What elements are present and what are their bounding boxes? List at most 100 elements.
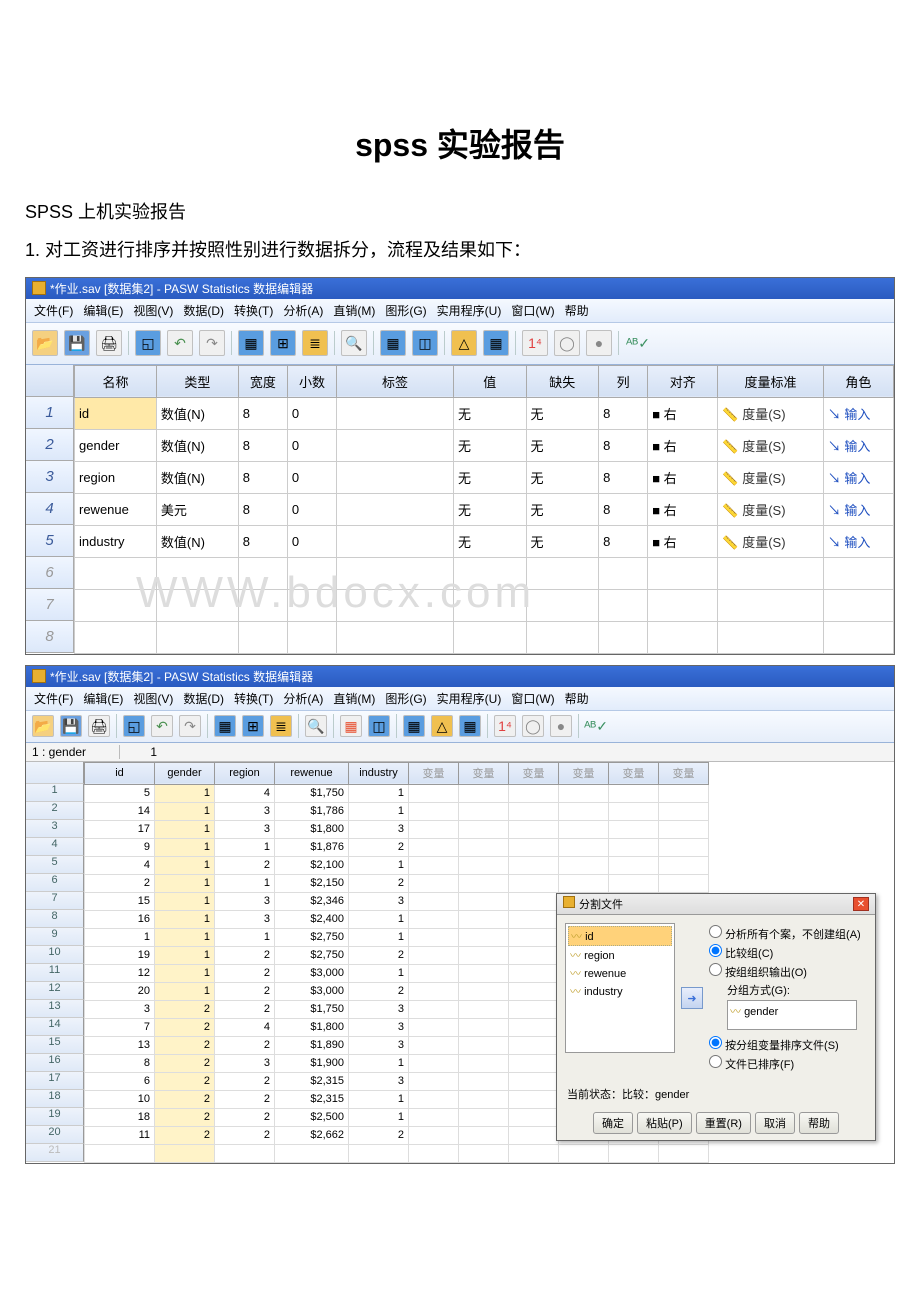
column-header-empty[interactable]: 变量 <box>509 762 559 784</box>
row-header[interactable]: 16 <box>26 1054 84 1072</box>
use-sets-icon[interactable]: ◯ <box>522 715 544 737</box>
column-header-empty[interactable]: 变量 <box>559 762 609 784</box>
weight-icon[interactable]: △ <box>451 330 477 356</box>
column-header[interactable]: 宽度 <box>238 365 287 397</box>
find-icon[interactable]: 🔍 <box>305 715 327 737</box>
insert-case-icon[interactable]: ▦ <box>380 330 406 356</box>
variable-list[interactable]: idregionrewenueindustry <box>565 923 675 1053</box>
variable-row[interactable]: id数值(N)80无无8■ 右度量(S)输入 <box>75 397 894 429</box>
insert-case-icon[interactable]: ▦ <box>340 715 362 737</box>
column-header[interactable]: 值 <box>454 365 527 397</box>
goto-case-icon[interactable]: ▦ <box>214 715 236 737</box>
cancel-button[interactable]: 取消 <box>755 1112 795 1134</box>
value-labels-icon[interactable]: 1⁴ <box>522 330 548 356</box>
menu-item[interactable]: 文件(F) <box>30 689 77 708</box>
vars-icon[interactable]: ≣ <box>270 715 292 737</box>
opt-sort-file[interactable]: 按分组变量排序文件(S) <box>709 1036 867 1053</box>
column-header[interactable]: industry <box>349 762 409 784</box>
row-header[interactable]: 7 <box>26 892 84 910</box>
row-header[interactable]: 3 <box>26 820 84 838</box>
select-icon[interactable]: △ <box>431 715 453 737</box>
menu-item[interactable]: 实用程序(U) <box>433 689 506 708</box>
row-header[interactable]: 13 <box>26 1000 84 1018</box>
row-header[interactable]: 8 <box>26 910 84 928</box>
column-header[interactable]: 标签 <box>337 365 454 397</box>
dialog-var-item[interactable]: region <box>568 946 672 964</box>
redo-icon[interactable]: ↷ <box>179 715 201 737</box>
menu-item[interactable]: 视图(V) <box>129 689 177 708</box>
menu-item[interactable]: 文件(F) <box>30 301 77 320</box>
menu-item[interactable]: 窗口(W) <box>507 689 558 708</box>
find-icon[interactable]: 🔍 <box>341 330 367 356</box>
row-header[interactable]: 15 <box>26 1036 84 1054</box>
row-header[interactable]: 18 <box>26 1090 84 1108</box>
variable-grid[interactable]: 名称类型宽度小数标签值缺失列对齐度量标准角色id数值(N)80无无8■ 右度量(… <box>74 365 894 654</box>
opt-compare-groups[interactable]: 比较组(C) <box>709 944 867 961</box>
column-header[interactable]: 角色 <box>823 365 893 397</box>
column-header-empty[interactable]: 变量 <box>609 762 659 784</box>
row-header[interactable]: 20 <box>26 1126 84 1144</box>
recall-icon[interactable]: ◱ <box>123 715 145 737</box>
value-labels-icon[interactable]: 1⁴ <box>494 715 516 737</box>
variable-row[interactable]: region数值(N)80无无8■ 右度量(S)输入 <box>75 461 894 493</box>
data-row[interactable]: 1713$1,8003 <box>85 820 709 838</box>
open-icon[interactable]: 📂 <box>32 330 58 356</box>
menu-item[interactable]: 数据(D) <box>179 689 228 708</box>
ok-button[interactable]: 确定 <box>593 1112 633 1134</box>
menu-item[interactable]: 编辑(E) <box>79 301 127 320</box>
column-header[interactable]: 类型 <box>156 365 238 397</box>
goto-var-icon[interactable]: ⊞ <box>270 330 296 356</box>
column-header[interactable]: rewenue <box>275 762 349 784</box>
data-row[interactable]: 1413$1,7861 <box>85 802 709 820</box>
close-icon[interactable]: ✕ <box>853 897 869 911</box>
help-button[interactable]: 帮助 <box>799 1112 839 1134</box>
row-header[interactable]: 4 <box>26 493 74 525</box>
spellcheck-icon[interactable]: ᴬᴮ✓ <box>625 330 651 356</box>
paste-button[interactable]: 粘贴(P) <box>637 1112 692 1134</box>
dialog-var-item[interactable]: industry <box>568 982 672 1000</box>
data-row[interactable]: 514$1,7501 <box>85 784 709 802</box>
column-header[interactable]: 名称 <box>75 365 157 397</box>
undo-icon[interactable]: ↶ <box>151 715 173 737</box>
row-header[interactable]: 10 <box>26 946 84 964</box>
menu-item[interactable]: 分析(A) <box>279 689 327 708</box>
groups-based-on-list[interactable]: gender <box>727 1000 857 1030</box>
opt-analyze-all[interactable]: 分析所有个案，不创建组(A) <box>709 925 867 942</box>
save-icon[interactable]: 💾 <box>60 715 82 737</box>
row-header[interactable]: 6 <box>26 874 84 892</box>
row-header[interactable]: 1 <box>26 784 84 802</box>
row-header[interactable]: 9 <box>26 928 84 946</box>
open-icon[interactable]: 📂 <box>32 715 54 737</box>
row-header[interactable]: 19 <box>26 1108 84 1126</box>
column-header[interactable]: id <box>85 762 155 784</box>
menu-item[interactable]: 视图(V) <box>129 301 177 320</box>
goto-case-icon[interactable]: ▦ <box>238 330 264 356</box>
menu-item[interactable]: 数据(D) <box>179 301 228 320</box>
row-header[interactable]: 6 <box>26 557 74 589</box>
row-header[interactable]: 17 <box>26 1072 84 1090</box>
row-header[interactable]: 12 <box>26 982 84 1000</box>
split-icon[interactable]: ◫ <box>368 715 390 737</box>
menu-item[interactable]: 直销(M) <box>329 301 379 320</box>
row-header[interactable]: 8 <box>26 621 74 653</box>
split-icon[interactable]: ◫ <box>412 330 438 356</box>
recall-icon[interactable]: ◱ <box>135 330 161 356</box>
opt-file-sorted[interactable]: 文件已排序(F) <box>709 1055 867 1072</box>
column-header-empty[interactable]: 变量 <box>659 762 709 784</box>
redo-icon[interactable]: ↷ <box>199 330 225 356</box>
row-header[interactable]: 4 <box>26 838 84 856</box>
menu-item[interactable]: 图形(G) <box>381 689 430 708</box>
print-icon[interactable]: 🖨 <box>88 715 110 737</box>
column-header[interactable]: 度量标准 <box>718 365 823 397</box>
column-header-empty[interactable]: 变量 <box>459 762 509 784</box>
opt-organize-output[interactable]: 按组组织输出(O) <box>709 963 867 980</box>
menu-item[interactable]: 直销(M) <box>329 689 379 708</box>
sets-icon[interactable]: ● <box>550 715 572 737</box>
use-sets-icon[interactable]: ◯ <box>554 330 580 356</box>
menu-item[interactable]: 帮助 <box>561 689 593 708</box>
column-header[interactable]: region <box>215 762 275 784</box>
data-row[interactable]: 911$1,8762 <box>85 838 709 856</box>
select2-icon[interactable]: ▦ <box>459 715 481 737</box>
menu-item[interactable]: 转换(T) <box>230 301 277 320</box>
row-header[interactable]: 1 <box>26 397 74 429</box>
